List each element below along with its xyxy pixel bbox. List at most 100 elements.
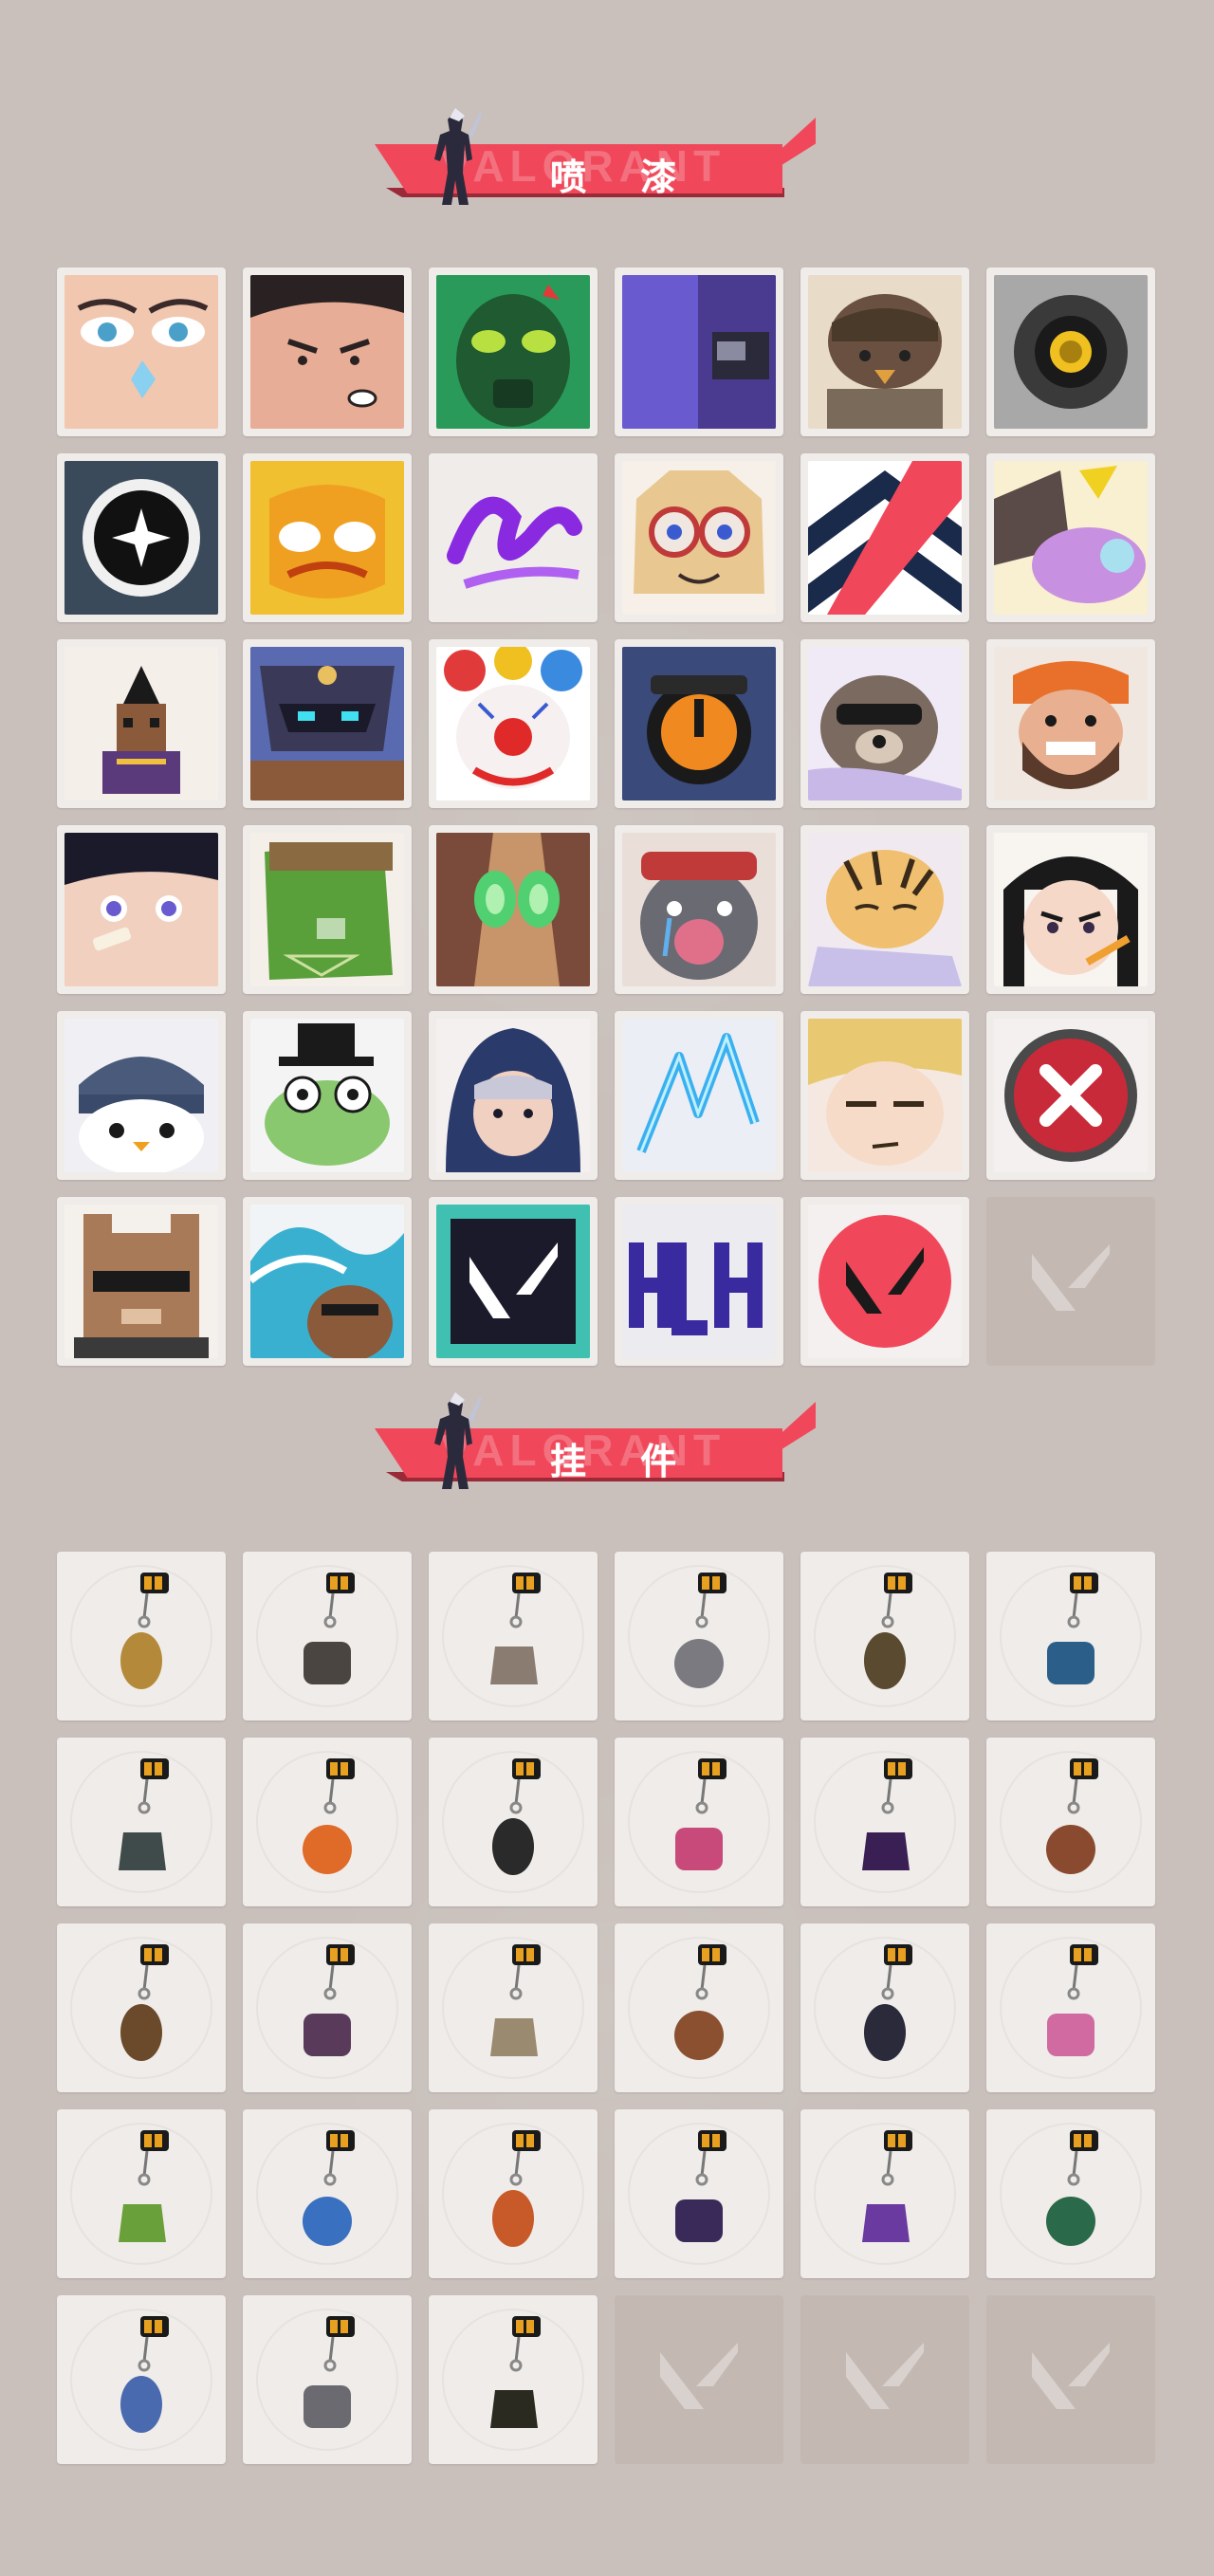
robot-drone-charm[interactable]	[243, 1552, 412, 1720]
spray-art	[436, 461, 590, 615]
ep9-badge-charm[interactable]	[800, 1738, 969, 1906]
beanie-penguin-closeup-spray[interactable]	[57, 1011, 226, 1180]
face-angry-icon	[250, 275, 404, 429]
bearded-grin-spray[interactable]	[986, 639, 1155, 808]
spray-art	[808, 461, 962, 615]
spray-art	[808, 1205, 962, 1358]
spray-art	[64, 1205, 218, 1358]
white-star-spray[interactable]	[57, 453, 226, 622]
valorant-logo-teal-spray[interactable]	[429, 1197, 598, 1366]
spray-art	[250, 461, 404, 615]
goggles-cat-spray[interactable]	[615, 453, 783, 622]
hooded-agent-spray[interactable]	[429, 1011, 598, 1180]
robot-purple-icon	[622, 275, 776, 429]
lava-lamp-charm[interactable]	[986, 1923, 1155, 2092]
scooter-charm[interactable]	[800, 1923, 969, 2092]
ribbon-accent	[763, 118, 816, 165]
penguin-beanie-icon	[64, 1019, 218, 1172]
spray-grid	[57, 267, 1157, 1366]
gold-cat-charm[interactable]	[57, 1552, 226, 1720]
green-pager-charm[interactable]	[57, 2109, 226, 2278]
charm-icon	[490, 1944, 541, 2056]
face-tired-icon	[808, 1019, 962, 1172]
round-bag-charm[interactable]	[800, 1552, 969, 1720]
braided-rope-charm[interactable]	[429, 1738, 598, 1906]
pixel-cat-spray[interactable]	[57, 1197, 226, 1366]
pencil-girl-spray[interactable]	[986, 825, 1155, 994]
creature-crying-icon	[622, 833, 776, 986]
tired-face-spray[interactable]	[800, 1011, 969, 1180]
astronaut-charm[interactable]	[243, 2109, 412, 2278]
blue-bottle-charm[interactable]	[986, 1552, 1155, 1720]
chevrons-icon	[808, 461, 962, 615]
charm-icon	[304, 2316, 355, 2428]
spiked-blade-charm[interactable]	[57, 1738, 226, 1906]
crate-green-icon	[250, 833, 404, 986]
hat-cowboy-charm[interactable]	[429, 1923, 598, 2092]
mohawk-agent-spray[interactable]	[57, 639, 226, 808]
green-can-charm[interactable]	[986, 2109, 1155, 2278]
purple-creature-spray[interactable]	[986, 453, 1155, 622]
charm-icon	[490, 1573, 541, 1684]
bandaged-face-spray[interactable]	[57, 825, 226, 994]
raccoon-figure-charm[interactable]	[615, 1552, 783, 1720]
wooden-crate-charm[interactable]	[615, 1923, 783, 2092]
v-logo-teal-icon	[436, 1205, 590, 1358]
sleeping-tiger-spray[interactable]	[800, 825, 969, 994]
orange-device-charm[interactable]	[429, 2109, 598, 2278]
empty-charm-slot	[800, 2295, 969, 2464]
spray-art	[994, 461, 1148, 615]
beanie-penguin-spray[interactable]	[800, 267, 969, 436]
spray-art	[808, 833, 962, 986]
x-button-icon	[994, 1019, 1148, 1172]
charm-icon	[675, 2130, 727, 2242]
ribbon-accent	[763, 1402, 816, 1449]
empty-charm-slot	[615, 2295, 783, 2464]
sunglasses-raccoon-spray[interactable]	[800, 639, 969, 808]
face-closeup-icon	[64, 275, 218, 429]
sprays-section-header: VALORANT 喷 漆	[375, 106, 820, 220]
neon-lightning-spray[interactable]	[615, 1011, 783, 1180]
stone-cat-charm[interactable]	[243, 2295, 412, 2464]
clown-icon	[436, 647, 590, 800]
spray-art	[808, 275, 962, 429]
gun-block-charm[interactable]	[57, 1923, 226, 2092]
green-masked-agent-spray[interactable]	[429, 267, 598, 436]
fire-pepper-charm[interactable]	[243, 1738, 412, 1906]
charm-icon	[862, 2130, 912, 2242]
spray-art	[622, 647, 776, 800]
bear-bell-charm[interactable]	[986, 1738, 1155, 1906]
spray-art	[808, 647, 962, 800]
purple-graffiti-spray[interactable]	[429, 453, 598, 622]
purple-robot-spray[interactable]	[615, 267, 783, 436]
pixel-heart-charm[interactable]	[800, 2109, 969, 2278]
top-hat-frog-spray[interactable]	[243, 1011, 412, 1180]
spray-art	[436, 1205, 590, 1358]
orange-orb-spray[interactable]	[615, 639, 783, 808]
camera-robot-spray[interactable]	[986, 267, 1155, 436]
close-x-spray[interactable]	[986, 1011, 1155, 1180]
wave-bear-spray[interactable]	[243, 1197, 412, 1366]
visor-robot-spray[interactable]	[243, 639, 412, 808]
chevron-stripes-spray[interactable]	[800, 453, 969, 622]
red-v-logo-spray[interactable]	[800, 1197, 969, 1366]
green-crate-spray[interactable]	[243, 825, 412, 994]
purple-tag-spray[interactable]	[615, 1197, 783, 1366]
crying-creature-spray[interactable]	[615, 825, 783, 994]
angry-cartoon-face-spray[interactable]	[243, 267, 412, 436]
cupcake-charm[interactable]	[615, 1738, 783, 1906]
agent-figure-charm[interactable]	[243, 1923, 412, 2092]
v-logo-red-icon	[808, 1205, 962, 1358]
charm-icon	[492, 2130, 541, 2247]
golden-mask-spray[interactable]	[243, 453, 412, 622]
dark-oval-charm[interactable]	[429, 2295, 598, 2464]
ep9-badge-purple-charm[interactable]	[615, 2109, 783, 2278]
clown-face-spray[interactable]	[429, 639, 598, 808]
bear-wave-icon	[250, 1205, 404, 1358]
empty-spray-slot	[986, 1197, 1155, 1366]
glowing-eyes-spray[interactable]	[429, 825, 598, 994]
cat-pixel-icon	[64, 1205, 218, 1358]
ufo-charm[interactable]	[57, 2295, 226, 2464]
eyes-butterfly-spray[interactable]	[57, 267, 226, 436]
food-tray-charm[interactable]	[429, 1552, 598, 1720]
